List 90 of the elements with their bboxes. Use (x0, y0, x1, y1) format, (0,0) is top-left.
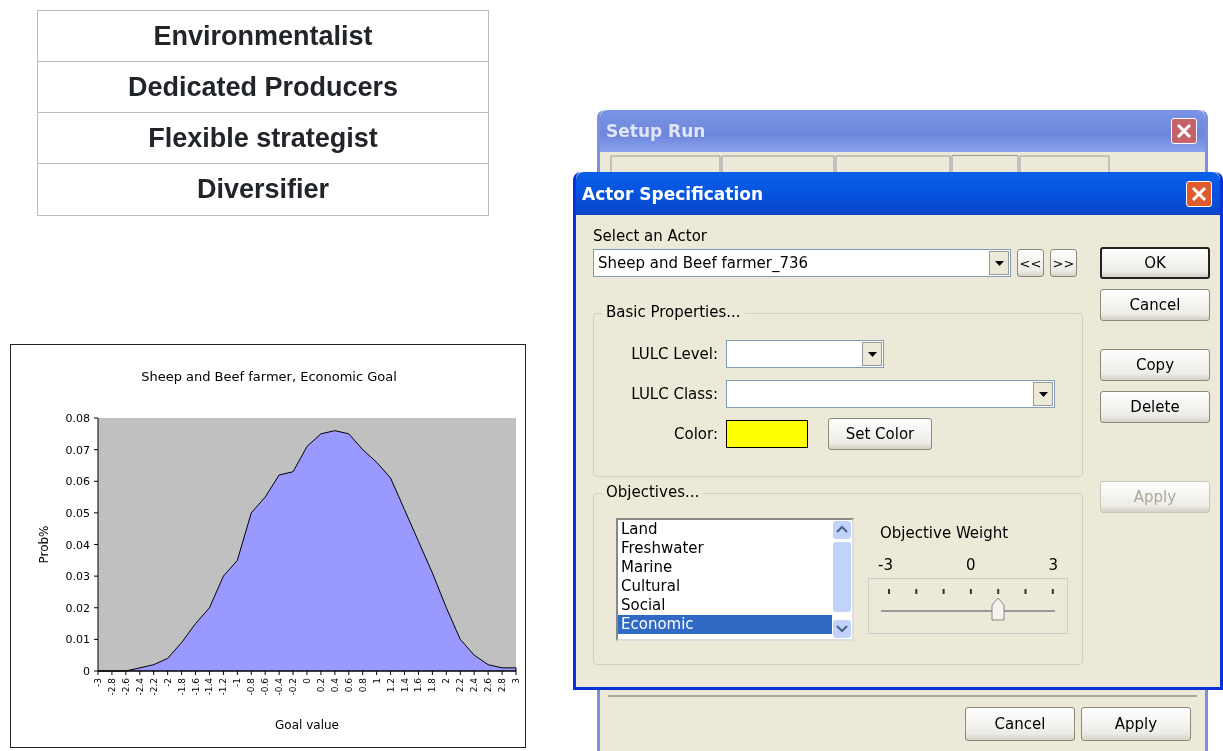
y-axis-title: Prob% (37, 525, 51, 564)
scrollbar[interactable] (832, 520, 852, 639)
y-tick-label: 0 (83, 665, 90, 678)
close-button[interactable] (1171, 118, 1197, 144)
list-item[interactable]: Land (618, 520, 832, 539)
field-label: Objective Weight (880, 524, 1010, 542)
y-tick-label: 0.03 (65, 570, 90, 584)
x-tick-label: 1.8 (427, 678, 438, 693)
dialog-button[interactable]: Delete (1100, 391, 1210, 423)
close-button[interactable] (1186, 180, 1212, 207)
dialog-button[interactable]: OK (1100, 247, 1210, 279)
x-tick-label: 0.4 (329, 678, 340, 693)
dialog-button[interactable]: Apply (1081, 707, 1191, 741)
y-tick-label: 0.05 (65, 506, 90, 520)
field-label: Color: (673, 425, 718, 443)
field-label: Select an Actor (593, 227, 708, 245)
dropdown-button[interactable] (989, 251, 1009, 275)
caret-icon (1038, 391, 1048, 397)
table-cell: Dedicated Producers (38, 62, 488, 113)
table-cell: Environmentalist (38, 11, 488, 62)
x-tick-label: -0.6 (260, 678, 271, 696)
window-title: Setup Run (606, 121, 706, 141)
x-axis-title: Goal value (275, 718, 339, 732)
close-icon (1176, 123, 1192, 139)
x-tick-label: 2.4 (469, 678, 480, 693)
x-tick-label: 0 (302, 678, 312, 684)
nav-button[interactable]: >> (1050, 249, 1077, 277)
chart-title: Sheep and Beef farmer, Economic Goal (141, 369, 397, 384)
dropdown-button[interactable] (862, 342, 882, 366)
y-tick-label: 0.08 (65, 412, 90, 425)
x-tick-label: -2.8 (106, 678, 117, 696)
scale-label: 3 (1048, 556, 1058, 574)
list-item[interactable]: Cultural (618, 577, 832, 596)
field-label: LULC Level: (630, 345, 718, 363)
dropdown-field[interactable] (726, 340, 884, 368)
list-item[interactable]: Marine (618, 558, 832, 577)
caret-icon (994, 260, 1004, 266)
x-tick-label: -1.4 (204, 678, 215, 696)
y-tick-label: 0.07 (65, 443, 90, 457)
slider[interactable] (868, 578, 1068, 634)
list-item[interactable]: Social (618, 596, 832, 615)
x-tick-label: -2.4 (134, 678, 145, 696)
nav-button[interactable]: << (1017, 249, 1044, 277)
dialog-button[interactable]: Copy (1100, 349, 1210, 381)
dropdown-button[interactable] (1033, 382, 1053, 406)
field-label: LULC Class: (630, 385, 718, 403)
set-color-button[interactable]: Set Color (828, 418, 932, 450)
list-item[interactable]: Economic (618, 615, 832, 634)
x-tick-label: 0.2 (315, 678, 326, 693)
scale-label: 0 (965, 556, 976, 574)
table-cell: Flexible strategist (38, 113, 488, 164)
dropdown-field[interactable] (726, 380, 1055, 408)
group-title: Basic Properties... (602, 303, 745, 321)
x-tick-label: 2 (441, 678, 452, 684)
x-tick-label: -0.2 (288, 678, 299, 696)
x-tick-label: -1.6 (190, 678, 201, 696)
x-tick-label: -0.4 (274, 678, 285, 696)
table-cell-text: Diversifier (195, 173, 331, 206)
x-tick-label: -1.2 (218, 678, 229, 696)
group-title: Objectives... (602, 483, 704, 501)
x-tick-label: 1.2 (385, 678, 396, 693)
window-title: Actor Specification (582, 183, 764, 204)
x-tick-label: 1.4 (399, 678, 410, 693)
caret-icon (867, 351, 877, 357)
x-tick-label: 0.8 (357, 678, 368, 693)
scale-label: -3 (878, 556, 893, 574)
actor-select[interactable]: Sheep and Beef farmer_736 (593, 249, 1011, 277)
x-tick-label: 1.6 (413, 678, 424, 693)
x-tick-label: 2.6 (483, 678, 494, 693)
y-tick-label: 0.01 (65, 633, 90, 647)
x-tick-label: -0.8 (246, 678, 257, 696)
x-tick-label: 3 (511, 678, 521, 684)
x-tick-label: 2.2 (455, 678, 466, 693)
y-tick-label: 0.06 (65, 475, 90, 489)
list-item[interactable]: Freshwater (618, 539, 832, 558)
dialog-button[interactable]: Cancel (1100, 289, 1210, 321)
x-tick-label: -2 (162, 678, 173, 687)
y-tick-label: 0.04 (65, 538, 90, 552)
x-tick-label: -3 (93, 678, 103, 687)
x-tick-label: -1.8 (176, 678, 187, 696)
close-icon (1191, 185, 1207, 202)
x-tick-label: -2.6 (120, 678, 131, 696)
dialog-button[interactable]: Cancel (965, 707, 1075, 741)
y-tick-label: 0.02 (65, 601, 90, 615)
slider-thumb[interactable] (991, 597, 1006, 621)
x-tick-label: -2.2 (148, 678, 159, 696)
x-tick-label: -1 (232, 678, 243, 687)
x-tick-label: 1 (371, 678, 382, 684)
x-tick-label: 2.8 (497, 678, 508, 693)
x-tick-label: 0.6 (343, 678, 354, 693)
